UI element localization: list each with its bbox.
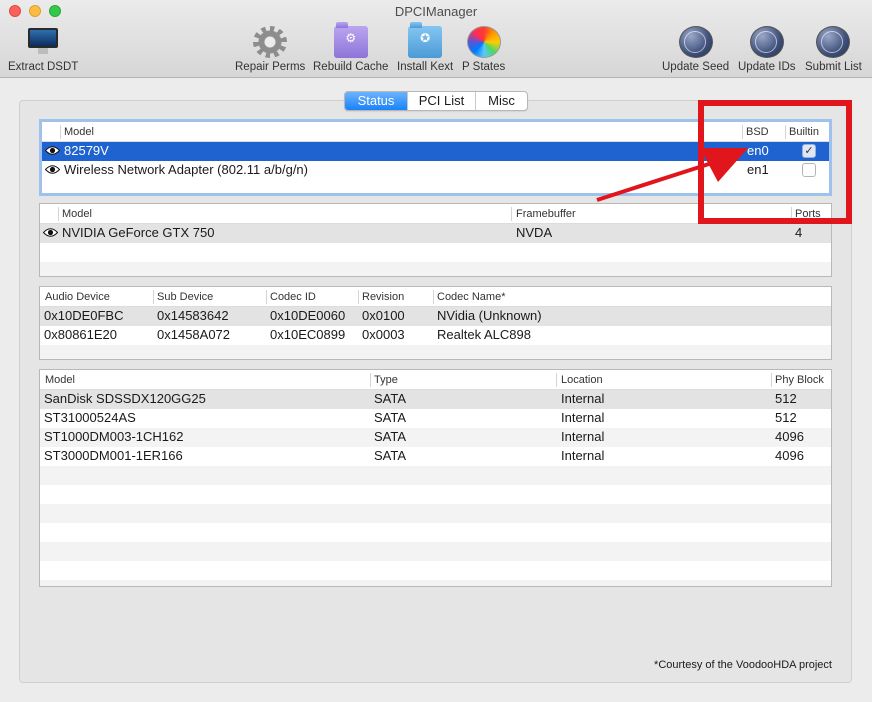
color-wheel-icon: [466, 26, 501, 58]
column-header-codec-id[interactable]: Codec ID: [270, 291, 316, 303]
toolbar: DPCIManager Extract DSDT Repair Perms ⚙ …: [0, 0, 872, 78]
column-header-model[interactable]: Model: [62, 208, 92, 220]
p-states-button[interactable]: P States: [462, 26, 505, 73]
table-row[interactable]: 0x10DE0FBC 0x14583642 0x10DE0060 0x0100 …: [40, 307, 831, 326]
gear-icon: [253, 26, 288, 58]
p-states-label: P States: [462, 61, 506, 73]
update-ids-button[interactable]: Update IDs: [738, 26, 796, 73]
tab-pci-list[interactable]: PCI List: [407, 92, 475, 110]
graphics-framebuffer-cell: NVDA: [516, 225, 553, 240]
table-row[interactable]: SanDisk SDSSDX120GG25 SATA Internal 512: [40, 390, 831, 409]
storage-model-cell: ST31000524AS: [44, 410, 136, 425]
rebuild-cache-label: Rebuild Cache: [313, 61, 389, 73]
column-header-audio-device[interactable]: Audio Device: [45, 291, 110, 303]
audio-table-header: Audio Device Sub Device Codec ID Revisio…: [40, 287, 831, 307]
column-header-framebuffer[interactable]: Framebuffer: [516, 208, 576, 220]
codec-id-cell: 0x10DE0060: [270, 308, 346, 323]
repair-perms-button[interactable]: Repair Perms: [235, 26, 305, 73]
storage-type-cell: SATA: [374, 391, 407, 406]
column-header-type[interactable]: Type: [374, 374, 398, 386]
network-model-cell: Wireless Network Adapter (802.11 a/b/g/n…: [64, 162, 308, 177]
table-row[interactable]: NVIDIA GeForce GTX 750 NVDA 4: [40, 224, 831, 243]
submit-list-label: Submit List: [805, 61, 862, 73]
codec-id-cell: 0x10EC0899: [270, 327, 346, 342]
storage-model-cell: ST1000DM003-1CH162: [44, 429, 184, 444]
codec-name-cell: NVidia (Unknown): [437, 308, 542, 323]
table-row[interactable]: ST3000DM001-1ER166 SATA Internal 4096: [40, 447, 831, 466]
eye-icon: [43, 228, 58, 237]
tab-status[interactable]: Status: [345, 92, 407, 110]
empty-rows: [40, 345, 831, 359]
audio-table[interactable]: Audio Device Sub Device Codec ID Revisio…: [39, 286, 832, 360]
revision-cell: 0x0003: [362, 327, 405, 342]
folder-cache-icon: ⚙: [333, 22, 368, 58]
app-window: DPCIManager Extract DSDT Repair Perms ⚙ …: [0, 0, 872, 702]
globe-icon: [678, 26, 713, 58]
network-model-cell: 82579V: [64, 143, 109, 158]
column-header-sub-device[interactable]: Sub Device: [157, 291, 213, 303]
tab-misc[interactable]: Misc: [475, 92, 527, 110]
column-header-location[interactable]: Location: [561, 374, 603, 386]
footnote: *Courtesy of the VoodooHDA project: [654, 659, 832, 671]
highlight-box-annotation: [698, 100, 852, 224]
update-seed-button[interactable]: Update Seed: [662, 26, 729, 73]
empty-rows: [40, 466, 831, 586]
extract-dsdt-label: Extract DSDT: [8, 61, 79, 73]
storage-location-cell: Internal: [561, 391, 605, 406]
column-header-revision[interactable]: Revision: [362, 291, 404, 303]
storage-model-cell: SanDisk SDSSDX120GG25: [44, 391, 206, 406]
graphics-ports-cell: 4: [795, 225, 803, 240]
window-title: DPCIManager: [394, 4, 478, 19]
table-row[interactable]: ST31000524AS SATA Internal 512: [40, 409, 831, 428]
column-header-codec-name[interactable]: Codec Name*: [437, 291, 505, 303]
install-kext-label: Install Kext: [397, 61, 454, 73]
table-row[interactable]: ST1000DM003-1CH162 SATA Internal 4096: [40, 428, 831, 447]
eye-icon: [45, 165, 60, 174]
update-ids-label: Update IDs: [738, 61, 796, 73]
revision-cell: 0x0100: [362, 308, 405, 323]
sub-device-cell: 0x1458A072: [157, 327, 231, 342]
sub-device-cell: 0x14583642: [157, 308, 229, 323]
imac-icon: [26, 26, 60, 58]
globe-icon: [816, 26, 851, 58]
storage-table[interactable]: Model Type Location Phy Block SanDisk SD…: [39, 369, 832, 587]
storage-location-cell: Internal: [561, 448, 605, 463]
extract-dsdt-button[interactable]: Extract DSDT: [8, 26, 78, 73]
audio-device-cell: 0x80861E20: [44, 327, 118, 342]
storage-location-cell: Internal: [561, 429, 605, 444]
eye-icon: [45, 146, 60, 155]
storage-location-cell: Internal: [561, 410, 605, 425]
column-header-model[interactable]: Model: [64, 126, 94, 138]
empty-rows: [40, 243, 831, 276]
rebuild-cache-button[interactable]: ⚙ Rebuild Cache: [313, 22, 389, 73]
storage-type-cell: SATA: [374, 429, 407, 444]
storage-table-header: Model Type Location Phy Block: [40, 370, 831, 390]
storage-phy-block-cell: 512: [775, 410, 797, 425]
tab-bar: Status PCI List Misc: [344, 91, 528, 111]
storage-type-cell: SATA: [374, 448, 407, 463]
column-header-phy-block[interactable]: Phy Block: [775, 374, 824, 386]
storage-model-cell: ST3000DM001-1ER166: [44, 448, 183, 463]
audio-device-cell: 0x10DE0FBC: [44, 308, 124, 323]
globe-icon: [749, 26, 784, 58]
update-seed-label: Update Seed: [662, 61, 730, 73]
storage-phy-block-cell: 512: [775, 391, 797, 406]
table-row[interactable]: 0x80861E20 0x1458A072 0x10EC0899 0x0003 …: [40, 326, 831, 345]
column-header-model[interactable]: Model: [45, 374, 75, 386]
repair-perms-label: Repair Perms: [235, 61, 306, 73]
storage-phy-block-cell: 4096: [775, 448, 804, 463]
folder-kext-icon: ✪: [408, 22, 443, 58]
codec-name-cell: Realtek ALC898: [437, 327, 531, 342]
submit-list-button[interactable]: Submit List: [805, 26, 862, 73]
graphics-model-cell: NVIDIA GeForce GTX 750: [62, 225, 215, 240]
storage-phy-block-cell: 4096: [775, 429, 804, 444]
storage-type-cell: SATA: [374, 410, 407, 425]
install-kext-button[interactable]: ✪ Install Kext: [397, 22, 454, 73]
